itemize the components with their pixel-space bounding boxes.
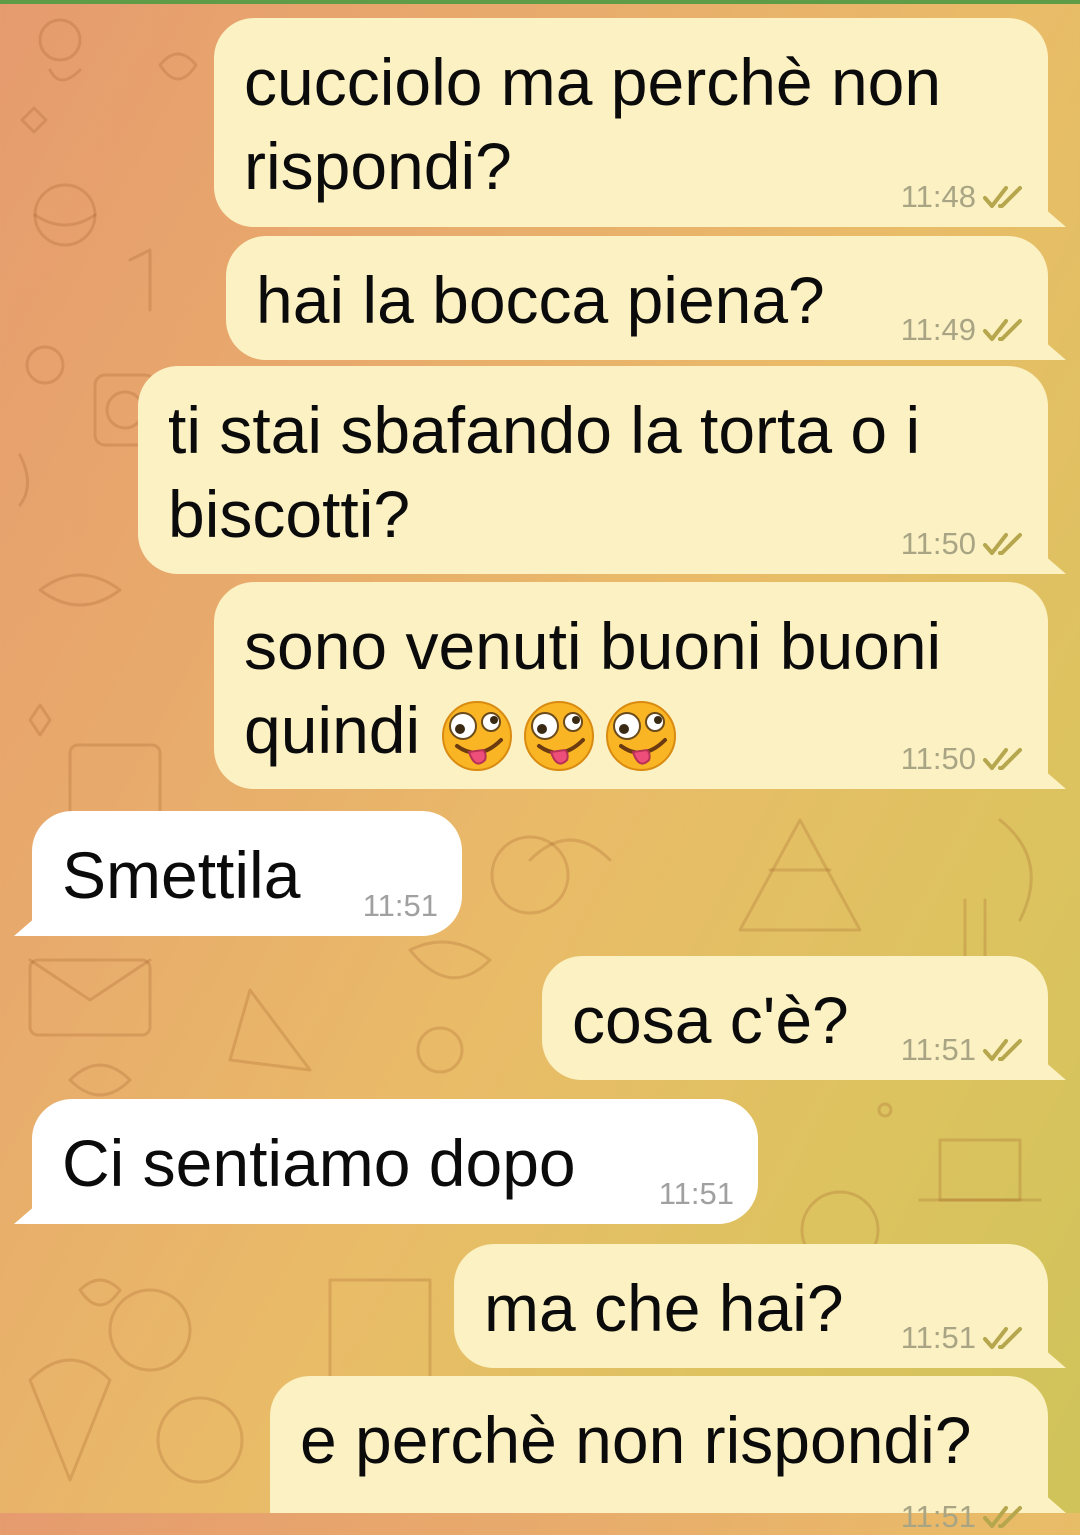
message-time: 11:51 <box>362 888 438 923</box>
double-check-icon <box>983 186 1022 208</box>
message-time: 11:51 <box>900 1320 976 1355</box>
zany-face-emoji-icon <box>603 698 679 774</box>
outgoing-message[interactable]: cucciolo ma perchè non rispondi? 11:48 <box>214 18 1048 227</box>
message-meta: 11:51 <box>363 888 438 924</box>
incoming-message[interactable]: Ci sentiamo dopo 11:51 <box>32 1099 758 1224</box>
message-time: 11:48 <box>900 179 976 214</box>
top-status-strip <box>0 0 1080 4</box>
message-meta: 11:50 <box>901 741 1024 777</box>
outgoing-message[interactable]: ti stai sbafando la torta o i biscotti? … <box>138 366 1048 574</box>
message-meta: 11:51 <box>901 1320 1024 1356</box>
message-time: 11:51 <box>900 1499 976 1534</box>
outgoing-message[interactable]: cosa c'è? 11:51 <box>542 956 1048 1080</box>
zany-face-emoji-icon <box>439 698 515 774</box>
double-check-icon <box>983 319 1022 341</box>
message-time: 11:49 <box>900 312 976 347</box>
incoming-message[interactable]: Smettila 11:51 <box>32 811 462 936</box>
message-text: e perchè non rispondi? <box>300 1403 972 1477</box>
message-meta: 11:51 <box>901 1499 1024 1535</box>
message-time: 11:51 <box>658 1176 734 1211</box>
message-meta: 11:48 <box>901 179 1024 215</box>
message-text: ti stai sbafando la torta o i biscotti? <box>168 393 921 551</box>
message-text: Ci sentiamo dopo <box>62 1126 576 1200</box>
message-meta: 11:51 <box>901 1032 1024 1068</box>
double-check-icon <box>983 1506 1022 1528</box>
message-meta: 11:50 <box>901 526 1024 562</box>
message-time: 11:50 <box>900 741 976 776</box>
message-meta: 11:51 <box>659 1176 734 1212</box>
outgoing-message[interactable]: hai la bocca piena? 11:49 <box>226 236 1048 360</box>
double-check-icon <box>983 1327 1022 1349</box>
double-check-icon <box>983 533 1022 555</box>
message-time: 11:50 <box>900 526 976 561</box>
outgoing-message[interactable]: sono venuti buoni buoni quindi 11:50 <box>214 582 1048 789</box>
message-meta: 11:49 <box>901 312 1024 348</box>
outgoing-message[interactable]: e perchè non rispondi? 11:51 <box>270 1376 1048 1534</box>
double-check-icon <box>983 1039 1022 1061</box>
zany-face-emoji-icon <box>521 698 597 774</box>
double-check-icon <box>983 748 1022 770</box>
message-time: 11:51 <box>900 1032 976 1067</box>
outgoing-message[interactable]: ma che hai? 11:51 <box>454 1244 1048 1368</box>
